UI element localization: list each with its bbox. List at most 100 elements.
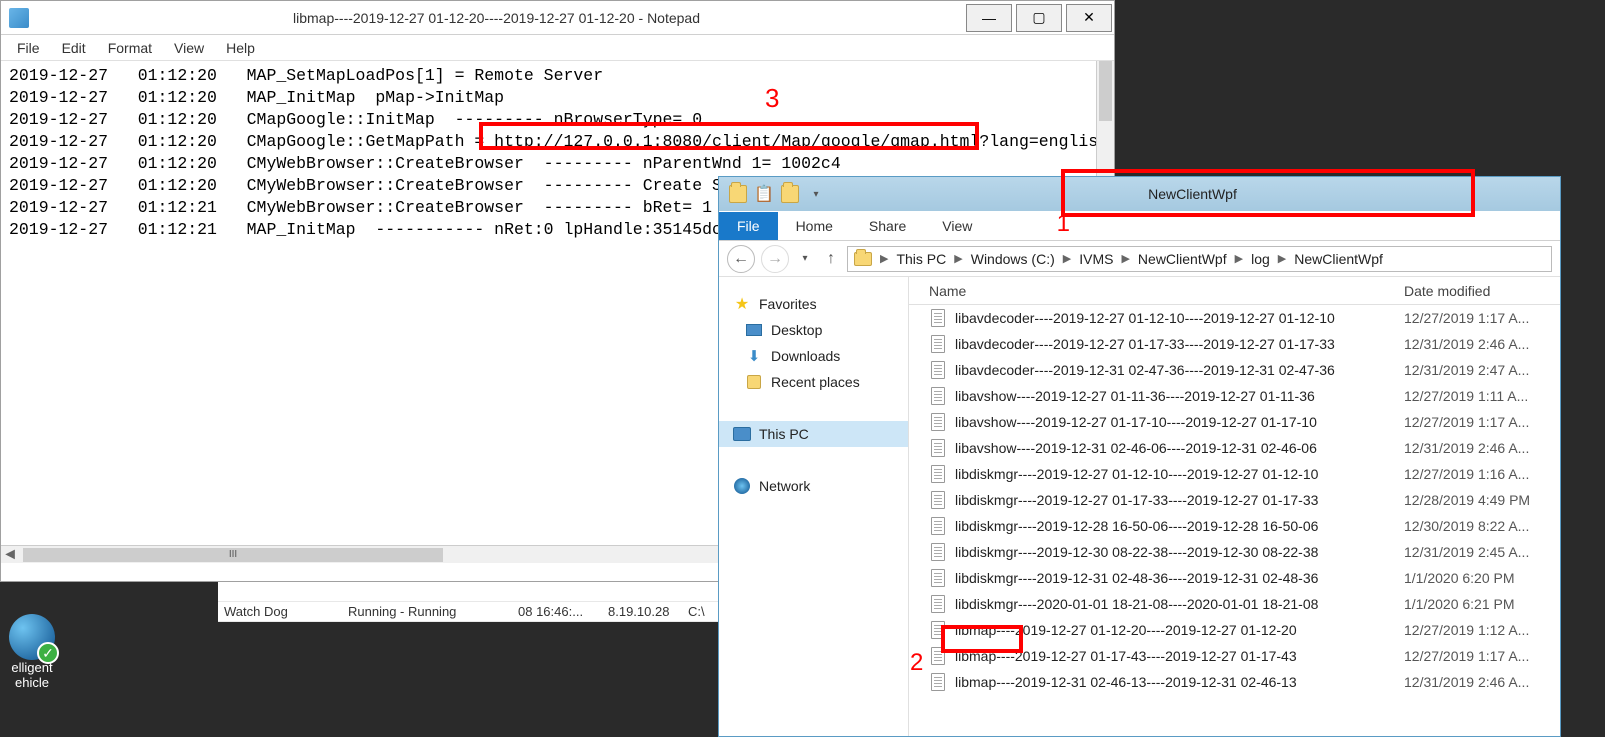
notepad-titlebar[interactable]: libmap----2019-12-27 01-12-20----2019-12…	[1, 1, 1114, 35]
text-file-icon	[929, 361, 947, 379]
nav-favorites[interactable]: ★Favorites	[719, 291, 908, 317]
column-name[interactable]: Name	[909, 283, 1404, 299]
file-row[interactable]: libdiskmgr----2019-12-27 01-17-33----201…	[909, 487, 1560, 513]
file-row[interactable]: libmap----2019-12-27 01-17-43----2019-12…	[909, 643, 1560, 669]
file-date: 12/27/2019 1:11 A...	[1404, 388, 1560, 404]
explorer-address-bar: ← → ▾ ↑ ▶ This PC ▶ Windows (C:) ▶ IVMS …	[719, 241, 1560, 277]
file-date: 12/27/2019 1:17 A...	[1404, 414, 1560, 430]
table-row[interactable]	[218, 582, 718, 602]
desktop-shortcut[interactable]: ✓ elligent ehicle	[0, 614, 64, 690]
file-row[interactable]: libavdecoder----2019-12-27 01-17-33----2…	[909, 331, 1560, 357]
nav-network[interactable]: Network	[719, 473, 908, 499]
globe-icon: ✓	[9, 614, 55, 660]
icon-label-1: elligent	[0, 660, 64, 675]
file-row[interactable]: libavdecoder----2019-12-27 01-12-10----2…	[909, 305, 1560, 331]
notepad-icon	[9, 8, 29, 28]
menu-view[interactable]: View	[164, 38, 214, 58]
nav-downloads[interactable]: ⬇Downloads	[719, 343, 908, 369]
breadcrumb-item[interactable]: log	[1251, 251, 1270, 267]
breadcrumb-item[interactable]: NewClientWpf	[1294, 251, 1383, 267]
nav-thispc[interactable]: This PC	[719, 421, 908, 447]
chevron-right-icon: ▶	[1231, 252, 1247, 265]
chevron-right-icon: ▶	[1274, 252, 1290, 265]
history-dropdown[interactable]: ▾	[795, 245, 815, 273]
computer-icon	[733, 425, 751, 443]
file-row[interactable]: libavshow----2019-12-31 02-46-06----2019…	[909, 435, 1560, 461]
file-date: 12/27/2019 1:12 A...	[1404, 622, 1560, 638]
text-file-icon	[929, 491, 947, 509]
file-date: 12/31/2019 2:47 A...	[1404, 362, 1560, 378]
close-button[interactable]: ✕	[1066, 4, 1112, 32]
file-row[interactable]: libavdecoder----2019-12-31 02-47-36----2…	[909, 357, 1560, 383]
nav-desktop[interactable]: Desktop	[719, 317, 908, 343]
file-date: 12/27/2019 1:17 A...	[1404, 310, 1560, 326]
star-icon: ★	[733, 295, 751, 313]
breadcrumb-item[interactable]: IVMS	[1079, 251, 1113, 267]
file-row[interactable]: libavshow----2019-12-27 01-17-10----2019…	[909, 409, 1560, 435]
file-date: 12/31/2019 2:46 A...	[1404, 336, 1560, 352]
notepad-title: libmap----2019-12-27 01-12-20----2019-12…	[29, 10, 964, 26]
file-name: libavshow----2019-12-27 01-11-36----2019…	[955, 388, 1404, 404]
file-row[interactable]: libdiskmgr----2019-12-31 02-48-36----201…	[909, 565, 1560, 591]
tab-share[interactable]: Share	[851, 212, 924, 240]
tab-home[interactable]: Home	[778, 212, 851, 240]
service-name: Watch Dog	[218, 604, 348, 619]
breadcrumb-item[interactable]: NewClientWpf	[1138, 251, 1227, 267]
check-icon: ✓	[37, 642, 59, 664]
folder-icon	[729, 185, 747, 203]
menu-help[interactable]: Help	[216, 38, 265, 58]
explorer-titlebar[interactable]: 📋 ▾ NewClientWpf	[719, 177, 1560, 211]
nav-recent[interactable]: Recent places	[719, 369, 908, 395]
text-file-icon	[929, 621, 947, 639]
forward-button[interactable]: →	[761, 245, 789, 273]
file-row[interactable]: libmap----2019-12-31 02-46-13----2019-12…	[909, 669, 1560, 695]
breadcrumb[interactable]: ▶ This PC ▶ Windows (C:) ▶ IVMS ▶ NewCli…	[847, 246, 1552, 272]
minimize-button[interactable]: —	[966, 4, 1012, 32]
properties-icon[interactable]: 📋	[755, 185, 773, 203]
service-path: C:\	[688, 604, 718, 619]
back-button[interactable]: ←	[727, 245, 755, 273]
breadcrumb-item[interactable]: This PC	[896, 251, 946, 267]
breadcrumb-item[interactable]: Windows (C:)	[971, 251, 1055, 267]
icon-label-2: ehicle	[0, 675, 64, 690]
file-row[interactable]: libdiskmgr----2019-12-27 01-12-10----201…	[909, 461, 1560, 487]
folder-small-icon[interactable]	[781, 185, 799, 203]
file-row[interactable]: libmap----2019-12-27 01-12-20----2019-12…	[909, 617, 1560, 643]
file-date: 12/30/2019 8:22 A...	[1404, 518, 1560, 534]
file-date: 12/31/2019 2:46 A...	[1404, 440, 1560, 456]
tab-file[interactable]: File	[719, 212, 778, 240]
file-date: 1/1/2020 6:21 PM	[1404, 596, 1560, 612]
file-name: libdiskmgr----2019-12-27 01-12-10----201…	[955, 466, 1404, 482]
file-name: libavdecoder----2019-12-27 01-17-33----2…	[955, 336, 1404, 352]
file-name: libdiskmgr----2019-12-30 08-22-38----201…	[955, 544, 1404, 560]
file-name: libdiskmgr----2019-12-28 16-50-06----201…	[955, 518, 1404, 534]
dropdown-icon[interactable]: ▾	[807, 185, 825, 203]
file-row[interactable]: libavshow----2019-12-27 01-11-36----2019…	[909, 383, 1560, 409]
explorer-file-list: Name Date modified libavdecoder----2019-…	[909, 277, 1560, 736]
menu-format[interactable]: Format	[98, 38, 162, 58]
tab-view[interactable]: View	[924, 212, 990, 240]
text-file-icon	[929, 465, 947, 483]
recent-icon	[745, 373, 763, 391]
file-name: libmap----2019-12-27 01-17-43----2019-12…	[955, 648, 1404, 664]
file-row[interactable]: libdiskmgr----2019-12-30 08-22-38----201…	[909, 539, 1560, 565]
download-icon: ⬇	[745, 347, 763, 365]
maximize-button[interactable]: ▢	[1016, 4, 1062, 32]
file-name: libmap----2019-12-31 02-46-13----2019-12…	[955, 674, 1404, 690]
file-date: 1/1/2020 6:20 PM	[1404, 570, 1560, 586]
file-date: 12/28/2019 4:49 PM	[1404, 492, 1560, 508]
column-date[interactable]: Date modified	[1404, 283, 1560, 299]
menu-file[interactable]: File	[7, 38, 50, 58]
file-row[interactable]: libdiskmgr----2020-01-01 18-21-08----202…	[909, 591, 1560, 617]
file-date: 12/27/2019 1:17 A...	[1404, 648, 1560, 664]
annotation-1: 1	[1057, 210, 1070, 238]
file-date: 12/31/2019 2:45 A...	[1404, 544, 1560, 560]
table-row[interactable]: Watch Dog Running - Running 08 16:46:...…	[218, 602, 718, 622]
up-button[interactable]: ↑	[821, 245, 841, 273]
desktop-icon	[745, 321, 763, 339]
chevron-right-icon: ▶	[876, 252, 892, 265]
explorer-title: NewClientWpf	[825, 186, 1560, 202]
service-time: 08 16:46:...	[518, 604, 608, 619]
menu-edit[interactable]: Edit	[52, 38, 96, 58]
file-row[interactable]: libdiskmgr----2019-12-28 16-50-06----201…	[909, 513, 1560, 539]
